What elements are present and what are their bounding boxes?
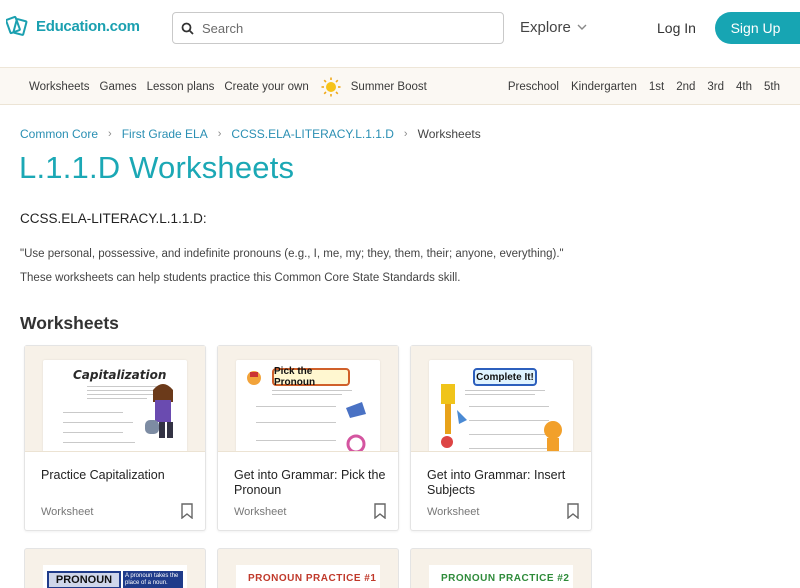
preview-title: PRONOUN <box>47 571 121 588</box>
main-nav: Worksheets Games Lesson plans Create you… <box>0 67 800 105</box>
worksheet-name[interactable]: Get into Grammar: Insert Subjects <box>427 468 583 498</box>
worksheet-preview: PRONOUN PRACTICE #2 <box>429 565 573 588</box>
chevron-right-icon: › <box>217 128 222 140</box>
page-title: L.1.1.D Worksheets <box>19 150 295 185</box>
grade-kindergarten[interactable]: Kindergarten <box>571 81 637 93</box>
cap-icon <box>247 371 261 385</box>
worksheet-preview: Pick the Pronoun <box>236 360 380 451</box>
nav-item-games[interactable]: Games <box>100 81 137 93</box>
worksheet-preview: Complete It! <box>429 360 573 451</box>
signup-button[interactable]: Sign Up <box>715 12 800 44</box>
preview-title: Complete It! <box>473 368 537 386</box>
worksheet-thumbnail: Capitalization <box>25 346 205 452</box>
worksheet-preview: Capitalization <box>43 360 187 451</box>
worksheet-thumbnail: Complete It! <box>411 346 591 452</box>
worksheet-type: Worksheet <box>41 506 94 518</box>
cartoon-icon <box>441 384 467 448</box>
bookmark-icon[interactable] <box>374 503 386 519</box>
grade-4th[interactable]: 4th <box>736 81 752 93</box>
worksheet-card[interactable]: PRONOUN PRACTICE #1 <box>217 548 399 588</box>
explore-menu[interactable]: Explore <box>520 19 587 36</box>
worksheet-card[interactable]: PRONOUN A pronoun takes the place of a n… <box>24 548 206 588</box>
grade-preschool[interactable]: Preschool <box>508 81 559 93</box>
worksheet-preview: PRONOUN A pronoun takes the place of a n… <box>43 565 187 588</box>
worksheet-preview: PRONOUN PRACTICE #1 <box>236 565 380 588</box>
standard-description: These worksheets can help students pract… <box>20 272 461 284</box>
preview-subtitle: A pronoun takes the place of a noun. <box>123 571 183 588</box>
worksheet-card[interactable]: Pick the Pronoun Get into Grammar: Pick … <box>217 345 399 531</box>
worksheet-name[interactable]: Get into Grammar: Pick the Pronoun <box>234 468 390 498</box>
worksheet-name[interactable]: Practice Capitalization <box>41 468 197 483</box>
worksheet-type: Worksheet <box>427 506 480 518</box>
standard-code-text: CCSS.ELA-LITERACY.L.1.1.D <box>20 211 203 226</box>
nav-item-worksheets[interactable]: Worksheets <box>29 81 90 93</box>
nav-left: Worksheets Games Lesson plans Create you… <box>29 68 437 106</box>
search-icon <box>181 22 194 35</box>
bookmark-icon[interactable] <box>181 503 193 519</box>
worksheet-card[interactable]: Complete It! Get into Grammar: Insert Su… <box>410 345 592 531</box>
search-box[interactable] <box>172 12 504 44</box>
chevron-down-icon <box>577 24 587 30</box>
logo-text: Education.com <box>36 17 140 35</box>
section-heading: Worksheets <box>20 313 119 333</box>
top-header: Education.com Explore Log In Sign Up <box>0 0 800 58</box>
preview-title: Pick the Pronoun <box>272 366 350 388</box>
worksheet-thumbnail: Pick the Pronoun <box>218 346 398 452</box>
girl-illustration-icon <box>145 384 173 438</box>
bookmark-icon[interactable] <box>567 503 579 519</box>
standard-code-suffix: : <box>202 211 207 226</box>
standard-code: CCSS.ELA-LITERACY.L.1.1.D: <box>20 211 207 226</box>
breadcrumb-standard[interactable]: CCSS.ELA-LITERACY.L.1.1.D <box>231 127 394 141</box>
chevron-right-icon: › <box>403 128 408 140</box>
nav-item-lesson-plans[interactable]: Lesson plans <box>147 81 215 93</box>
tiger-icon <box>544 421 562 451</box>
explore-label: Explore <box>520 19 571 36</box>
nav-item-summer-boost[interactable]: Summer Boost <box>351 81 427 93</box>
breadcrumb: Common Core › First Grade ELA › CCSS.ELA… <box>20 127 481 141</box>
logo-icon <box>6 15 28 36</box>
grade-5th[interactable]: 5th <box>764 81 780 93</box>
worksheet-type: Worksheet <box>234 506 287 518</box>
login-link[interactable]: Log In <box>657 20 696 36</box>
chevron-right-icon: › <box>108 128 112 140</box>
breadcrumb-common-core[interactable]: Common Core <box>20 127 98 141</box>
site-logo[interactable]: Education.com <box>6 12 140 40</box>
grade-3rd[interactable]: 3rd <box>707 81 724 93</box>
breadcrumb-first-grade-ela[interactable]: First Grade ELA <box>122 127 208 141</box>
worksheet-card[interactable]: Capitalization Practice Capitalization W… <box>24 345 206 531</box>
standard-quote: "Use personal, possessive, and indefinit… <box>20 248 564 260</box>
grade-1st[interactable]: 1st <box>649 81 664 93</box>
decor-icon <box>346 402 366 451</box>
worksheet-card[interactable]: PRONOUN PRACTICE #2 <box>410 548 592 588</box>
nav-item-create-your-own[interactable]: Create your own <box>224 81 308 93</box>
sun-icon <box>321 77 341 97</box>
preview-title: PRONOUN PRACTICE #1 <box>248 573 377 584</box>
grade-2nd[interactable]: 2nd <box>676 81 695 93</box>
search-input[interactable] <box>202 20 492 36</box>
breadcrumb-current: Worksheets <box>417 127 481 141</box>
preview-title: PRONOUN PRACTICE #2 <box>441 573 570 584</box>
grade-nav: Preschool Kindergarten 1st 2nd 3rd 4th 5… <box>496 68 780 106</box>
